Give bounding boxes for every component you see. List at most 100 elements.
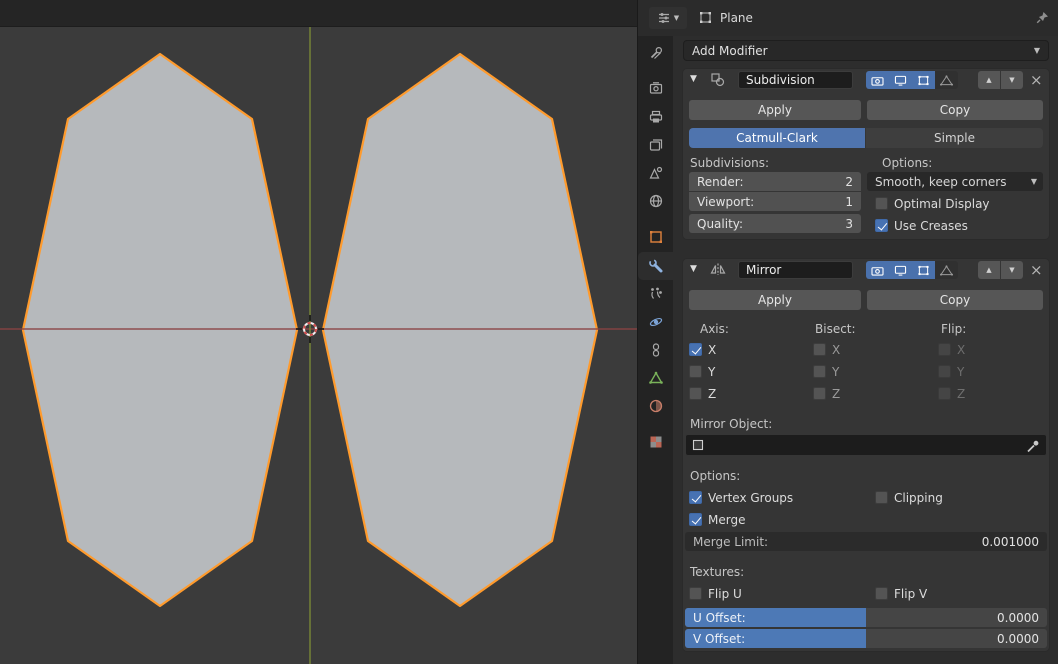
tab-constraints[interactable] bbox=[638, 336, 673, 364]
modifier-name-input[interactable]: Mirror bbox=[738, 261, 853, 279]
bisect-x-checkbox[interactable] bbox=[813, 343, 826, 356]
chevron-down-icon: ▼ bbox=[674, 14, 679, 22]
apply-button[interactable]: Apply bbox=[689, 100, 861, 120]
apply-button[interactable]: Apply bbox=[689, 290, 861, 310]
merge-limit-value: 0.001000 bbox=[982, 535, 1039, 549]
flip-u-checkbox[interactable] bbox=[689, 587, 702, 600]
tab-render[interactable] bbox=[638, 74, 673, 102]
tab-object[interactable] bbox=[638, 223, 673, 251]
v-offset-slider[interactable]: V Offset: 0.0000 bbox=[685, 629, 1047, 648]
u-offset-value: 0.0000 bbox=[997, 608, 1039, 627]
render-subdivisions-field[interactable]: Render: 2 bbox=[689, 172, 861, 191]
bisect-z-checkbox[interactable] bbox=[813, 387, 826, 400]
move-modifier-down-button[interactable]: ▼ bbox=[1001, 71, 1023, 89]
expand-caret-icon[interactable]: ▼ bbox=[690, 264, 697, 274]
flip-z-label: Z bbox=[957, 387, 965, 401]
tab-particles[interactable] bbox=[638, 280, 673, 308]
display-editmode-toggle[interactable] bbox=[912, 261, 935, 279]
axis-x-checkbox[interactable] bbox=[689, 343, 702, 356]
output-icon bbox=[648, 109, 664, 125]
display-realtime-toggle[interactable] bbox=[889, 261, 912, 279]
editmode-icon bbox=[917, 265, 930, 276]
viewport-subdivisions-field[interactable]: Viewport: 1 bbox=[689, 192, 861, 211]
viewport-header[interactable] bbox=[0, 0, 637, 27]
tab-view-layer[interactable] bbox=[638, 131, 673, 159]
view-layer-icon bbox=[648, 137, 664, 153]
display-cage-toggle[interactable] bbox=[935, 261, 958, 279]
tool-icon bbox=[648, 45, 664, 61]
vertex-groups-checkbox[interactable] bbox=[689, 491, 702, 504]
move-modifier-up-button[interactable]: ▲ bbox=[978, 261, 1000, 279]
display-cage-toggle[interactable] bbox=[935, 71, 958, 89]
display-toggle-group bbox=[866, 261, 958, 279]
flip-u-label: Flip U bbox=[708, 587, 742, 601]
tab-texture[interactable] bbox=[638, 428, 673, 456]
render-value: 2 bbox=[845, 175, 853, 189]
close-modifier-icon[interactable]: × bbox=[1030, 263, 1043, 277]
monitor-icon bbox=[894, 75, 907, 86]
catmull-clark-segment[interactable]: Catmull-Clark bbox=[689, 128, 865, 148]
monitor-icon bbox=[894, 265, 907, 276]
subdivision-modifier-icon bbox=[710, 72, 726, 88]
merge-checkbox[interactable] bbox=[689, 513, 702, 526]
breadcrumb[interactable]: Plane bbox=[720, 11, 753, 25]
u-offset-slider[interactable]: U Offset: 0.0000 bbox=[685, 608, 1047, 627]
display-realtime-toggle[interactable] bbox=[889, 71, 912, 89]
editor-type-button[interactable]: ▼ bbox=[649, 7, 687, 29]
mesh-right-half[interactable] bbox=[323, 54, 597, 606]
quality-label: Quality: bbox=[697, 217, 743, 231]
quality-field[interactable]: Quality: 3 bbox=[689, 214, 861, 233]
material-icon bbox=[648, 398, 664, 414]
axis-y-checkbox[interactable] bbox=[689, 365, 702, 378]
move-modifier-up-button[interactable]: ▲ bbox=[978, 71, 1000, 89]
tab-object-data[interactable] bbox=[638, 364, 673, 392]
axis-z-checkbox[interactable] bbox=[689, 387, 702, 400]
move-modifier-down-button[interactable]: ▼ bbox=[1001, 261, 1023, 279]
mirror-modifier-icon bbox=[710, 262, 726, 278]
use-creases-checkbox[interactable] bbox=[875, 219, 888, 232]
axis-label: Axis: bbox=[700, 322, 729, 336]
tab-world[interactable] bbox=[638, 187, 673, 215]
tab-modifiers[interactable] bbox=[638, 252, 673, 280]
bisect-x-label: X bbox=[832, 343, 840, 357]
eyedropper-icon[interactable] bbox=[1026, 439, 1040, 453]
tab-output[interactable] bbox=[638, 103, 673, 131]
copy-button[interactable]: Copy bbox=[867, 100, 1043, 120]
close-modifier-icon[interactable]: × bbox=[1030, 73, 1043, 87]
physics-icon bbox=[648, 314, 664, 330]
clipping-checkbox[interactable] bbox=[875, 491, 888, 504]
viewport-canvas[interactable] bbox=[0, 0, 637, 664]
copy-button[interactable]: Copy bbox=[867, 290, 1043, 310]
mirror-object-field[interactable] bbox=[685, 434, 1047, 456]
tab-physics[interactable] bbox=[638, 308, 673, 336]
mesh-left-half[interactable] bbox=[23, 54, 297, 606]
cage-icon bbox=[940, 75, 953, 86]
display-render-toggle[interactable] bbox=[866, 71, 889, 89]
tab-material[interactable] bbox=[638, 392, 673, 420]
tab-scene[interactable] bbox=[638, 159, 673, 187]
object-data-icon bbox=[648, 370, 664, 386]
expand-caret-icon[interactable]: ▼ bbox=[690, 74, 697, 84]
modifier-name-input[interactable]: Subdivision bbox=[738, 71, 853, 89]
3d-viewport[interactable] bbox=[0, 0, 637, 664]
display-editmode-toggle[interactable] bbox=[912, 71, 935, 89]
pin-icon[interactable] bbox=[1035, 10, 1050, 25]
flip-v-label: Flip V bbox=[894, 587, 927, 601]
render-label: Render: bbox=[697, 175, 744, 189]
uv-smooth-dropdown[interactable]: Smooth, keep corners ▼ bbox=[867, 172, 1043, 191]
display-render-toggle[interactable] bbox=[866, 261, 889, 279]
modifiers-icon bbox=[648, 258, 664, 274]
merge-limit-field[interactable]: Merge Limit: 0.001000 bbox=[685, 532, 1047, 551]
add-modifier-dropdown[interactable]: Add Modifier ▼ bbox=[683, 40, 1049, 61]
tab-tool[interactable] bbox=[638, 39, 673, 67]
flip-v-checkbox[interactable] bbox=[875, 587, 888, 600]
subdivisions-label: Subdivisions: bbox=[690, 156, 769, 170]
quality-value: 3 bbox=[845, 217, 853, 231]
use-creases-label: Use Creases bbox=[894, 219, 968, 233]
textures-label: Textures: bbox=[690, 565, 744, 579]
optimal-display-checkbox[interactable] bbox=[875, 197, 888, 210]
properties-header: ▼ Plane bbox=[638, 0, 1058, 37]
options-label: Options: bbox=[882, 156, 932, 170]
simple-segment[interactable]: Simple bbox=[866, 128, 1043, 148]
bisect-y-checkbox[interactable] bbox=[813, 365, 826, 378]
